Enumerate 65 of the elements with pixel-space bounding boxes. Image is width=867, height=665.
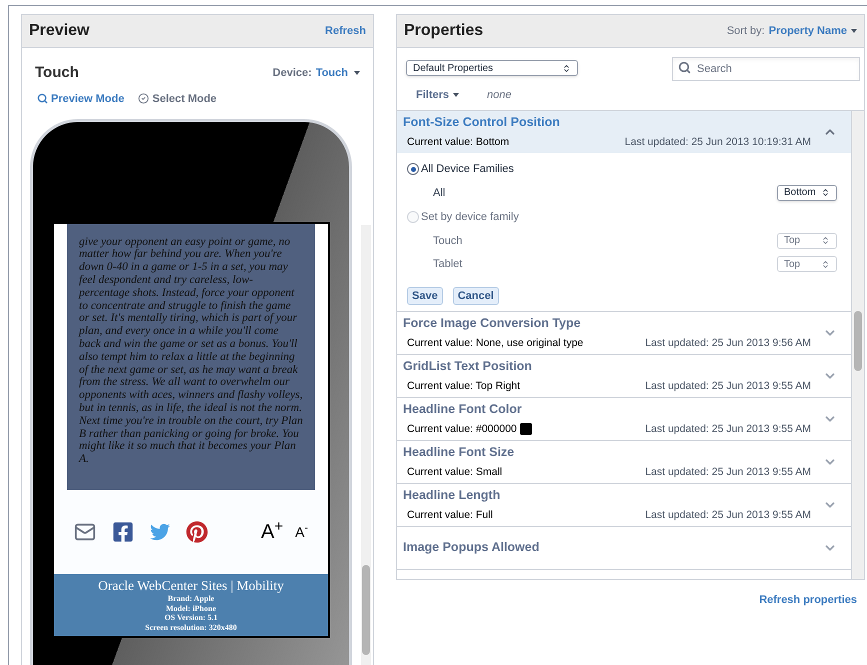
current-value: Current value: Top Right bbox=[407, 378, 520, 394]
value-select[interactable]: Top bbox=[777, 232, 837, 249]
mail-icon[interactable] bbox=[74, 521, 96, 543]
last-updated: Last updated: 25 Jun 2013 9:55 AM bbox=[645, 508, 811, 522]
search-icon bbox=[678, 61, 691, 74]
value-select[interactable]: Bottom bbox=[777, 184, 837, 201]
property-name: GridList Text Position bbox=[403, 358, 533, 375]
current-value: Current value: #000000 bbox=[407, 422, 517, 436]
current-value: Current value: Small bbox=[407, 464, 502, 480]
pinterest-icon[interactable] bbox=[186, 521, 208, 543]
last-updated: Last updated: 25 Jun 2013 9:55 AM bbox=[645, 378, 811, 394]
panel-title: Preview bbox=[29, 21, 90, 41]
property-name: Font-Size Control Position bbox=[403, 114, 561, 132]
panel-title: Properties bbox=[404, 21, 484, 41]
last-updated: Last updated: 25 Jun 2013 10:19:31 AM bbox=[624, 135, 811, 150]
mode-toggle[interactable]: Preview Mode bbox=[37, 90, 124, 107]
footer-line: Brand: Apple bbox=[168, 594, 214, 604]
device-family-label: Tablet bbox=[433, 257, 462, 272]
device-family-label: All bbox=[433, 186, 446, 200]
property-header[interactable]: Font-Size Control Position Current value: Bottom Last updated: 25 Jun 2013 10:19:31 AM bbox=[397, 111, 851, 153]
property-name: Headline Font Color bbox=[403, 400, 523, 418]
filters-value: none bbox=[487, 88, 512, 103]
footer-line: Model: iPhone bbox=[166, 604, 216, 613]
increase-font-button[interactable]: A$^{+}$ bbox=[261, 517, 284, 547]
property-name: Force Image Conversion Type bbox=[403, 314, 582, 332]
check-icon bbox=[138, 93, 150, 104]
radio-button[interactable] bbox=[407, 163, 419, 176]
updown-icon bbox=[821, 236, 830, 246]
cancel-button[interactable]: Cancel bbox=[452, 286, 499, 304]
mode-toggle[interactable]: Select Mode bbox=[138, 90, 217, 107]
property-name: Image Popups Allowed bbox=[403, 539, 540, 556]
last-updated: Last updated: 25 Jun 2013 9:55 AM bbox=[645, 464, 811, 480]
scrollbar-thumb[interactable] bbox=[362, 565, 370, 655]
property-set-select[interactable]: Default Properties bbox=[406, 60, 578, 76]
footer-line: Screen resolution: 320x480 bbox=[145, 622, 237, 632]
current-value: Current value: Full bbox=[407, 508, 493, 522]
current-value: Current value: None, use original type bbox=[407, 336, 584, 350]
facebook-icon[interactable] bbox=[112, 521, 134, 543]
footer-line: OS Version: 5.1 bbox=[164, 613, 218, 622]
save-button[interactable]: Save bbox=[407, 286, 443, 304]
decrease-font-button[interactable]: A$^{-}$ bbox=[295, 522, 308, 542]
property-name: Headline Font Size bbox=[403, 444, 516, 461]
footer-title: Oracle WebCenter Sites | Mobility bbox=[98, 578, 284, 594]
sort-dropdown[interactable]: Sort by: Property Name bbox=[726, 22, 857, 40]
search-icon bbox=[37, 93, 48, 104]
value-select[interactable]: Top bbox=[777, 256, 837, 272]
device-dropdown[interactable]: Device: Touch bbox=[272, 65, 360, 82]
refresh-properties-link[interactable]: Refresh properties bbox=[759, 592, 857, 608]
article-text: give your opponent an easy point or game, no matter how far behind you are. When you're down 0-40 in a game or 1-5 in a set, you may feel despondent and try careless, low-percentage shots. Instead, force your opponent to concentrate and struggle to finish the game or set. It's mentally tiring, which is part of your plan, and every once in a while you'll come back and win the game or set as a bonus. You'll also tempt him to relax a little at the beginning of the next game or set, as he may want a break from the stress. We all want to overwhelm our opponents with aces, winners and flashy volleys, but in tennis, as in life, the ideal is not the norm. Next time you're in trouble on the court, try Plan B rather than panicking or going for broke. You might like it so much that it becomes your Plan A. bbox=[79, 236, 303, 466]
radio-label: All Device Families bbox=[421, 162, 514, 177]
last-updated: Last updated: 25 Jun 2013 9:55 AM bbox=[645, 422, 811, 436]
device-heading: Touch bbox=[35, 63, 79, 83]
twitter-icon[interactable] bbox=[150, 522, 170, 542]
radio-label: Set by device family bbox=[421, 210, 519, 225]
device-family-label: Touch bbox=[433, 234, 462, 248]
updown-icon bbox=[562, 64, 571, 72]
search-field[interactable]: Search bbox=[672, 57, 860, 81]
last-updated: Last updated: 25 Jun 2013 9:56 AM bbox=[645, 336, 811, 350]
updown-icon bbox=[821, 188, 830, 198]
refresh-link[interactable]: Refresh bbox=[325, 22, 366, 40]
filters-dropdown[interactable]: Filters bbox=[416, 86, 460, 104]
updown-icon bbox=[821, 260, 830, 269]
current-value: Current value: Bottom bbox=[407, 135, 510, 150]
property-name: Headline Length bbox=[403, 486, 502, 504]
scrollbar-thumb[interactable] bbox=[854, 311, 862, 371]
